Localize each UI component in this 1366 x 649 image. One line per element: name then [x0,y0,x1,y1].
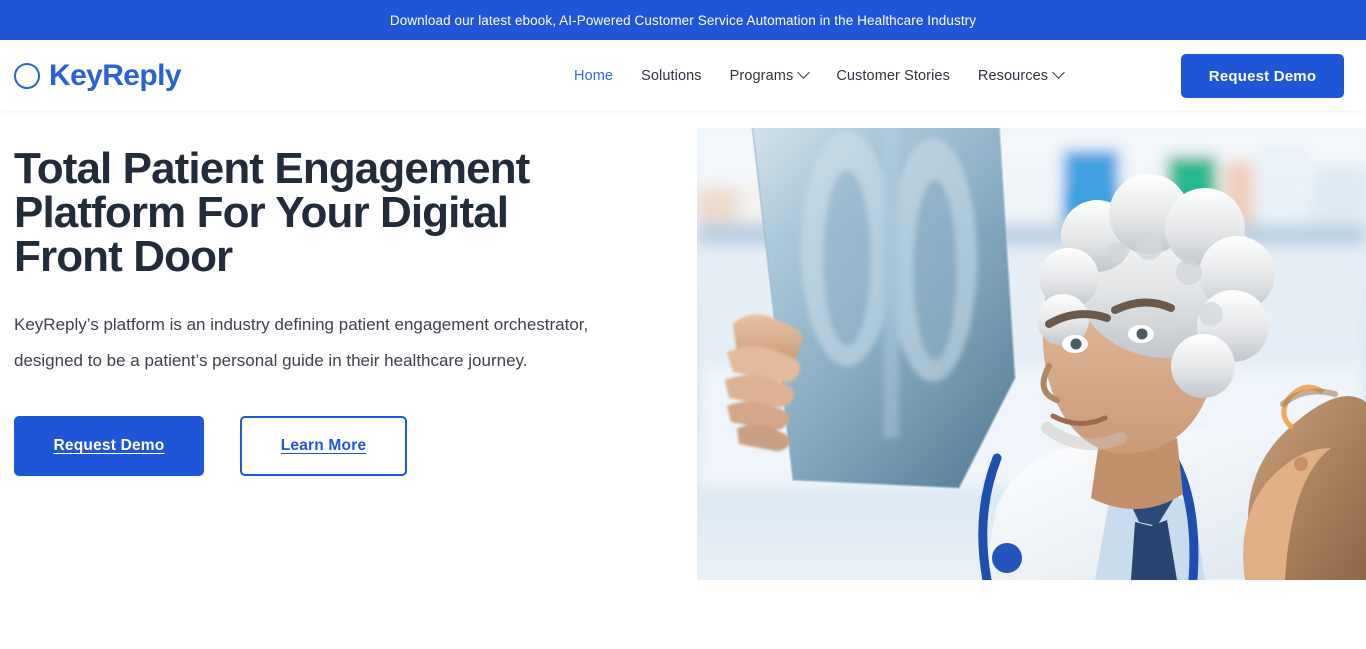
hero-image-illustration [697,128,1366,580]
request-demo-button[interactable]: Request Demo [1181,54,1344,98]
title-line: Platform For Your Digital [14,188,509,237]
nav-item-label: Customer Stories [836,67,950,84]
hero-subtitle: KeyReply’s platform is an industry defin… [14,315,589,370]
nav-item-resources[interactable]: Resources [964,66,1077,84]
nav-item-label: Home [574,67,614,84]
title-line: Front Door [14,232,233,281]
chevron-down-icon [1052,66,1066,79]
hero-learn-more-label: Learn More [280,437,367,454]
ring-icon [14,62,40,89]
hero-learn-more-button[interactable]: Learn More [240,416,407,476]
announcement-text: Download our latest ebook, AI-Powered Cu… [389,12,977,28]
nav-item-customer-stories[interactable]: Customer Stories [822,68,964,84]
brand-logo[interactable]: KeyReply [14,58,182,92]
nav-item-label: Solutions [641,67,702,84]
nav-item-programs[interactable]: Programs [716,66,823,84]
site-header: KeyReply Home Solutions Programs Custome… [0,40,1366,111]
hero-request-demo-button[interactable]: Request Demo [14,416,204,476]
nav-item-label: Resources [977,67,1049,84]
brand-name: KeyReply [49,58,182,92]
announcement-bar[interactable]: Download our latest ebook, AI-Powered Cu… [0,0,1366,40]
page-title: Total Patient Engagement Platform For Yo… [14,147,634,279]
hero-copy: Total Patient Engagement Platform For Yo… [14,147,634,476]
hero-actions: Request Demo Learn More [14,416,634,476]
main-navigation: Home Solutions Programs Customer Stories… [560,40,1077,111]
chevron-down-icon [797,66,811,79]
hero-section: Total Patient Engagement Platform For Yo… [0,111,1366,649]
nav-item-label: Programs [729,67,794,84]
nav-item-home[interactable]: Home [560,68,627,84]
hero-image [697,128,1366,580]
title-line: Total Patient Engagement [14,144,530,193]
hero-request-demo-label: Request Demo [53,437,165,454]
nav-item-solutions[interactable]: Solutions [627,68,716,84]
